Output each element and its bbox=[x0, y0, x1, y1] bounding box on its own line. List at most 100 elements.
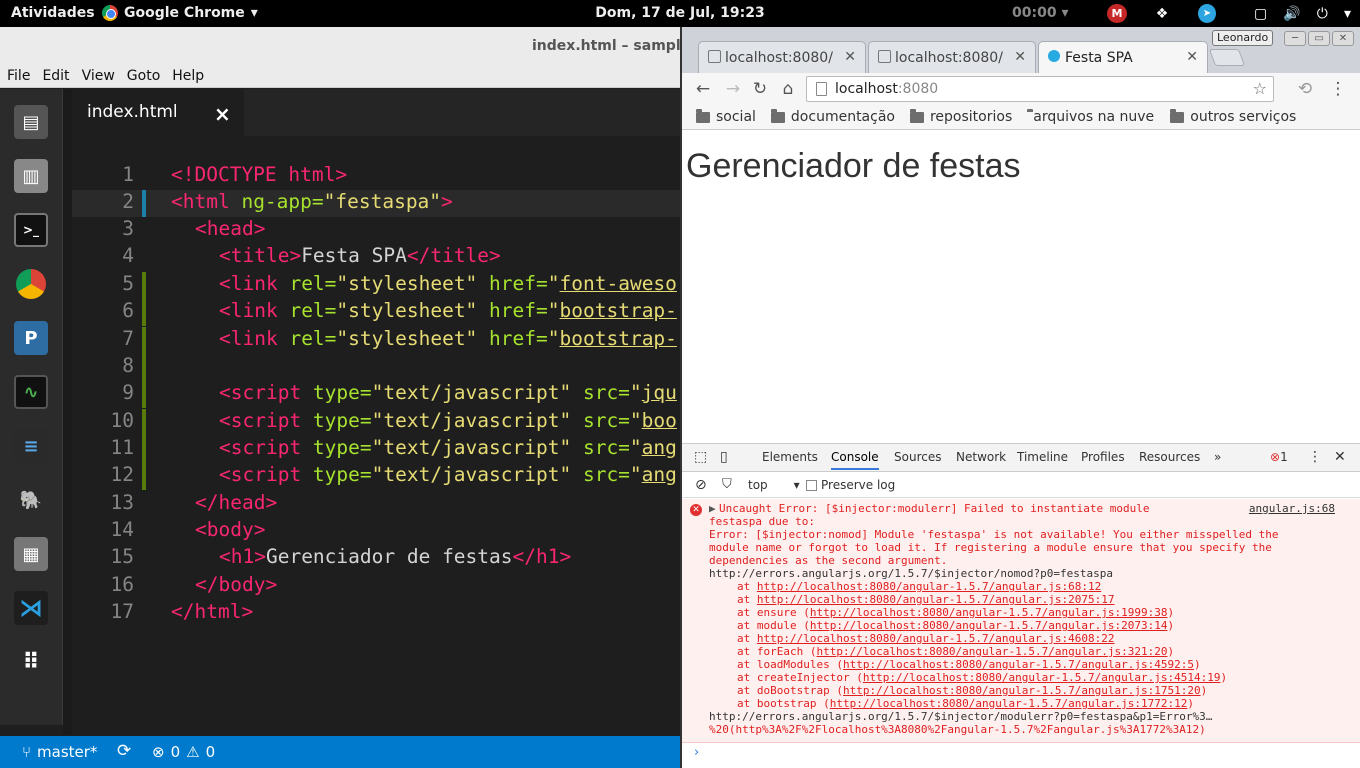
devtools-tab-network[interactable]: Network bbox=[956, 450, 1006, 464]
error-counter[interactable]: ⊗1 bbox=[1270, 450, 1288, 464]
back-button[interactable]: ← bbox=[692, 78, 714, 100]
devtools-tab-timeline[interactable]: Timeline bbox=[1017, 450, 1068, 464]
minimize-button[interactable]: ─ bbox=[1284, 31, 1306, 46]
address-bar[interactable]: localhost:8080 ☆ bbox=[806, 76, 1274, 102]
stack-frame-link[interactable]: http://localhost:8080/angular-1.5.7/angu… bbox=[757, 580, 1101, 593]
close-icon[interactable]: ✕ bbox=[844, 49, 856, 65]
line-number: 12 bbox=[110, 463, 134, 486]
devtools-tab-console[interactable]: Console bbox=[831, 450, 879, 470]
browser-tab[interactable]: localhost:8080/ ✕ bbox=[868, 41, 1036, 73]
browser-tab[interactable]: localhost:8080/ ✕ bbox=[698, 41, 866, 73]
postgresql-icon[interactable]: 🐘 bbox=[14, 483, 48, 517]
tok[interactable]: ang bbox=[642, 463, 677, 486]
chrome-icon[interactable] bbox=[14, 267, 48, 301]
tok[interactable]: boo bbox=[642, 409, 677, 432]
forward-button[interactable]: → bbox=[722, 78, 744, 100]
tok: <script bbox=[219, 463, 313, 486]
inspect-icon[interactable]: ⬚ bbox=[694, 449, 707, 465]
bookmark-folder[interactable]: documentação bbox=[770, 108, 895, 125]
stack-frame-link[interactable]: http://localhost:8080/angular-1.5.7/angu… bbox=[816, 645, 1167, 658]
clear-console-icon[interactable]: ⊘ bbox=[695, 477, 707, 493]
close-icon[interactable]: ✕ bbox=[1186, 49, 1198, 65]
extension-icon[interactable]: ⟲ bbox=[1294, 78, 1316, 100]
preserve-log-toggle[interactable]: Preserve log bbox=[806, 478, 895, 492]
expand-triangle-icon[interactable]: ▶ bbox=[709, 502, 716, 515]
stack-frame-link[interactable]: http://localhost:8080/angular-1.5.7/angu… bbox=[863, 671, 1221, 684]
tok[interactable]: ang bbox=[642, 436, 677, 459]
close-icon[interactable]: × bbox=[214, 102, 231, 126]
devtools-tab-elements[interactable]: Elements bbox=[762, 450, 818, 464]
source-link[interactable]: angular.js:68 bbox=[1249, 502, 1335, 515]
stack-frame-link[interactable]: http://localhost:8080/angular-1.5.7/angu… bbox=[843, 684, 1201, 697]
terminal-icon[interactable]: >_ bbox=[14, 213, 48, 247]
git-branch[interactable]: ⑂ master* bbox=[22, 743, 97, 761]
menu-help[interactable]: Help bbox=[172, 68, 204, 84]
bookmark-folder[interactable]: social bbox=[696, 108, 756, 125]
close-icon[interactable]: ✕ bbox=[1334, 449, 1346, 465]
menu-goto[interactable]: Goto bbox=[127, 68, 160, 84]
menu-view[interactable]: View bbox=[82, 68, 115, 84]
bookmark-folder[interactable]: arquivos na nuvem bbox=[1027, 109, 1155, 125]
devtools-panel: ⬚ ▯ Elements Console Sources Network Tim… bbox=[682, 443, 1360, 768]
stack-frame-link[interactable]: http://localhost:8080/angular-1.5.7/angu… bbox=[810, 606, 1168, 619]
stack-frame-link[interactable]: http://localhost:8080/angular-1.5.7/angu… bbox=[810, 619, 1168, 632]
devtools-menu-icon[interactable]: ⋮ bbox=[1308, 449, 1322, 465]
system-monitor-icon[interactable]: ∿ bbox=[14, 375, 48, 409]
checkbox[interactable] bbox=[806, 479, 817, 491]
tok[interactable]: bootstrap- bbox=[560, 327, 677, 350]
bookmark-folder[interactable]: outros serviços bbox=[1170, 108, 1296, 125]
files-icon[interactable]: ▥ bbox=[14, 159, 48, 193]
error-icon: ✕ bbox=[690, 504, 702, 516]
home-button[interactable]: ⌂ bbox=[777, 78, 799, 100]
stack-frame-link[interactable]: http://localhost:8080/angular-1.5.7/angu… bbox=[757, 632, 1115, 645]
mega-icon[interactable]: M bbox=[1107, 4, 1127, 23]
bookmark-star-icon[interactable]: ☆ bbox=[1253, 79, 1267, 98]
reload-button[interactable]: ↻ bbox=[749, 78, 771, 100]
close-window-button[interactable]: ✕ bbox=[1332, 31, 1354, 46]
context-select[interactable]: top ▾ bbox=[748, 478, 800, 492]
devtools-tab-resources[interactable]: Resources bbox=[1139, 450, 1200, 464]
browser-tab-active[interactable]: Festa SPA ✕ bbox=[1038, 41, 1208, 73]
tok[interactable]: bootstrap- bbox=[560, 299, 677, 322]
menu-edit[interactable]: Edit bbox=[42, 68, 69, 84]
vscode-icon[interactable]: ⋊ bbox=[14, 591, 48, 625]
sync-icon[interactable]: ⟳ bbox=[117, 741, 131, 761]
system-top-bar: Atividades Google Chrome ▾ Dom, 17 de Ju… bbox=[0, 0, 1360, 27]
devtools-tab-sources[interactable]: Sources bbox=[894, 450, 941, 464]
more-tabs-icon[interactable]: » bbox=[1214, 450, 1221, 464]
new-tab-button[interactable] bbox=[1208, 49, 1246, 66]
chrome-menu-icon[interactable]: ⋮ bbox=[1327, 78, 1349, 100]
server-icon[interactable]: ▤ bbox=[14, 105, 48, 139]
filter-icon[interactable]: ⛉ bbox=[722, 477, 732, 492]
editor-tab-index-html[interactable]: index.html × bbox=[72, 89, 244, 136]
stack-frame-link[interactable]: http://localhost:8080/angular-1.5.7/angu… bbox=[757, 593, 1115, 606]
problems-indicator[interactable]: ⊗ 0 ⚠ 0 bbox=[152, 743, 215, 761]
profile-badge[interactable]: Leonardo bbox=[1212, 30, 1274, 46]
dropbox-icon[interactable]: ❖ bbox=[1153, 4, 1171, 23]
app-grid-icon[interactable]: ⠿ bbox=[14, 645, 48, 679]
console-prompt[interactable]: › bbox=[694, 745, 699, 760]
device-mode-icon[interactable]: ▯ bbox=[720, 449, 728, 465]
calculator-icon[interactable]: ▦ bbox=[14, 537, 48, 571]
tok[interactable]: font-aweso bbox=[560, 272, 677, 295]
bookmark-folder[interactable]: repositorios bbox=[909, 108, 1012, 125]
stack-frame-link[interactable]: http://localhost:8080/angular-1.5.7/angu… bbox=[843, 658, 1194, 671]
system-menu[interactable]: ▢ 🔊 ⏻ ▾ bbox=[1250, 4, 1355, 23]
code-text: <script type="text/javascript" src="ang bbox=[219, 463, 677, 486]
maximize-button[interactable]: ▭ bbox=[1308, 31, 1330, 46]
telegram-icon[interactable]: ➤ bbox=[1198, 4, 1216, 23]
close-icon[interactable]: ✕ bbox=[1014, 49, 1026, 65]
code-area[interactable]: 1 <!DOCTYPE html> 2 <html ng-app="festaspa… bbox=[72, 163, 680, 633]
menu-file[interactable]: File bbox=[7, 68, 30, 84]
stack-frame-link[interactable]: http://localhost:8080/angular-1.5.7/angu… bbox=[830, 697, 1188, 710]
tok[interactable]: jqu bbox=[642, 381, 677, 404]
line-number: 3 bbox=[122, 217, 134, 240]
timer-indicator[interactable]: 00:00 ▾ bbox=[1012, 5, 1068, 21]
gantt-icon[interactable]: ≡ bbox=[14, 429, 48, 463]
phpstorm-icon[interactable]: P bbox=[14, 321, 48, 355]
window-icon: ▢ bbox=[1254, 5, 1268, 22]
code-line: 6 <link rel="stylesheet" href="bootstrap- bbox=[72, 299, 680, 326]
git-branch-label: master* bbox=[37, 743, 98, 761]
devtools-tab-profiles[interactable]: Profiles bbox=[1081, 450, 1125, 464]
code-text: <title>Festa SPA</title> bbox=[219, 244, 501, 267]
